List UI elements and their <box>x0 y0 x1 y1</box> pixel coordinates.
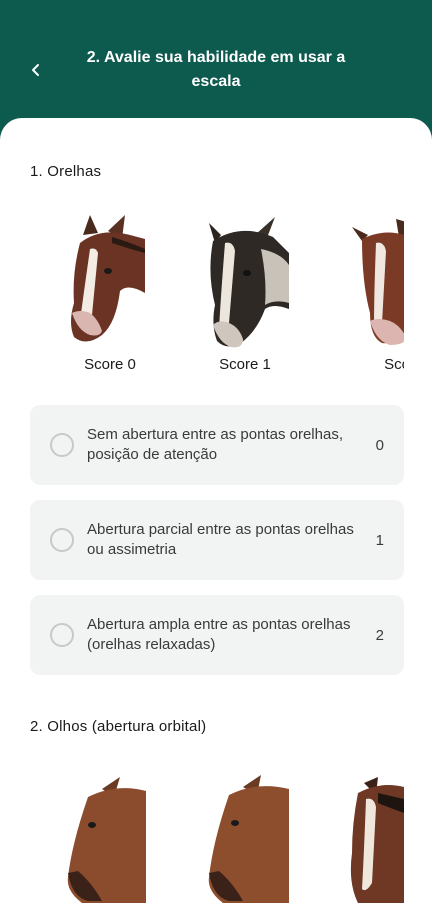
score-1-card[interactable] <box>185 213 305 353</box>
score-2-card[interactable] <box>348 773 404 903</box>
score-2-card[interactable] <box>350 213 404 353</box>
score-1-label: Score 1 <box>219 356 271 373</box>
score-image-carousel[interactable]: Score 0 Score 1 Score 2 <box>0 213 404 383</box>
option-score-1[interactable]: Abertura parcial entre as pontas orelhas… <box>30 500 404 580</box>
score-0-card[interactable] <box>62 773 182 903</box>
horse-head-image <box>208 775 289 903</box>
content-sheet: 1. Orelhas Score 0 Score 1 Sc Sem abertu… <box>0 118 432 918</box>
horse-head-image <box>67 777 146 903</box>
option-value: 2 <box>375 626 384 644</box>
score-2-label: Score 2 <box>384 356 404 373</box>
score-0-label: Score 0 <box>84 356 136 373</box>
option-label: Abertura parcial entre as pontas orelhas… <box>87 521 354 558</box>
option-value: 0 <box>375 436 384 454</box>
radio-button[interactable] <box>50 623 74 647</box>
horse-head-image <box>209 217 289 348</box>
option-label: Sem abertura entre as pontas orelhas, po… <box>87 426 343 463</box>
score-0-card[interactable] <box>50 213 170 353</box>
radio-button[interactable] <box>50 528 74 552</box>
option-score-0[interactable]: Sem abertura entre as pontas orelhas, po… <box>30 405 404 485</box>
radio-button[interactable] <box>50 433 74 457</box>
horse-head-image <box>352 219 404 345</box>
section-title-orelhas: 1. Orelhas <box>30 163 102 180</box>
horse-head-image <box>350 777 404 903</box>
option-value: 1 <box>375 531 384 549</box>
option-score-2[interactable]: Abertura ampla entre as pontas orelhas (… <box>30 595 404 675</box>
score-image-carousel[interactable] <box>0 773 404 903</box>
horse-head-image <box>71 215 145 342</box>
chevron-left-icon <box>32 64 39 76</box>
page-title: 2. Avalie sua habilidade em usar a escal… <box>86 49 346 90</box>
section-title-olhos: 2. Olhos (abertura orbital) <box>30 718 207 735</box>
score-1-card[interactable] <box>205 773 325 903</box>
option-label: Abertura ampla entre as pontas orelhas (… <box>87 616 351 653</box>
back-button[interactable] <box>22 56 50 84</box>
